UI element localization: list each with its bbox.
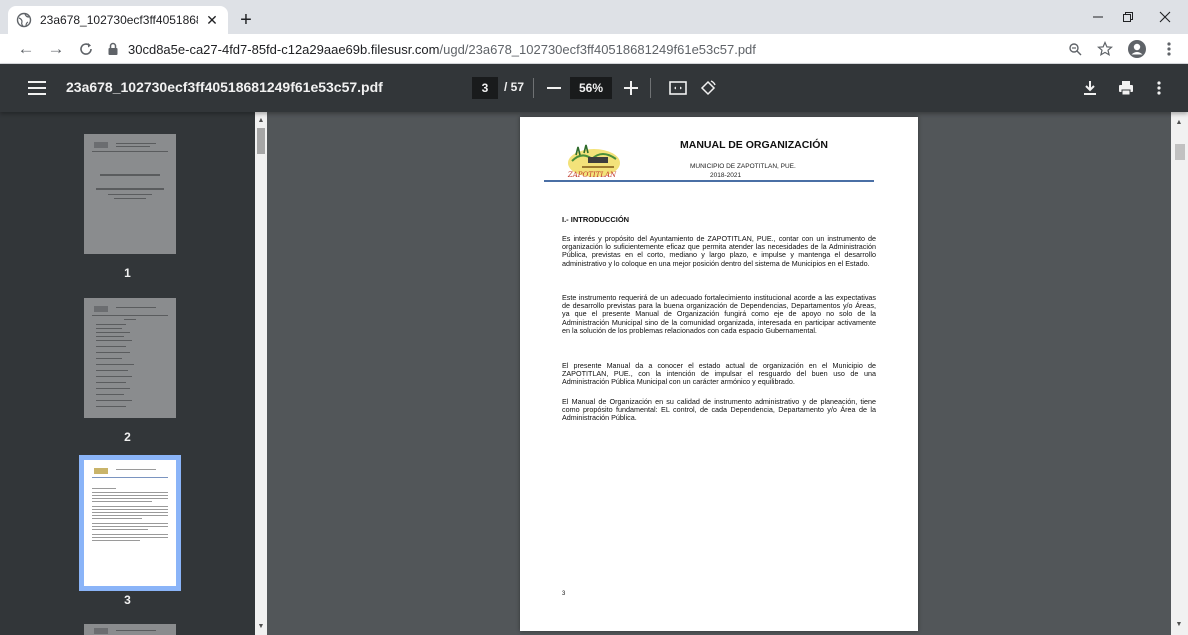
thumbnail-page-3[interactable] [79,455,181,591]
zoom-in-button[interactable] [622,76,640,100]
lock-icon [108,42,118,55]
url-path: /ugd/23a678_102730ecf3ff40518681249f61e5… [439,41,756,57]
sidebar-scrollbar[interactable]: ▲ ▼ [255,112,267,635]
browser-tab[interactable]: 23a678_102730ecf3ff405186812  ✕ [8,6,228,34]
municipality-logo: ZAPOTITLAN [567,144,620,179]
document-header-title: MANUAL DE ORGANIZACIÓN [680,139,828,151]
scroll-up-arrow-icon[interactable]: ▲ [255,114,267,126]
thumbnail-page-2[interactable] [84,298,176,418]
browser-toolbar: ← → 30cd8a5e-ca27-4fd7-85fd-c12a29aae69b… [0,34,1188,64]
pdf-toolbar: 23a678_102730ecf3ff40518681249f61e53c57.… [0,64,1188,112]
page-footer-number: 3 [562,591,566,597]
thumbnail-page-1[interactable] [84,134,176,254]
logo-text: ZAPOTITLAN [567,171,617,179]
print-icon[interactable] [1115,77,1137,99]
thumbnail-page-4[interactable] [84,624,176,635]
zoom-level-input[interactable]: 56% [570,77,612,99]
paragraph-1: Es interés y propósito del Ayuntamiento … [562,234,876,268]
main-scroll-thumb[interactable] [1175,144,1185,160]
paragraph-4: El Manual de Organización en su calidad … [562,397,876,423]
back-arrow-icon[interactable]: ← [14,37,38,61]
paragraph-3: El presente Manual da a conocer el estad… [562,361,876,387]
zoom-out-button[interactable] [545,76,563,100]
main-scrollbar[interactable]: ▲ ▼ [1171,112,1188,635]
scroll-down-arrow-icon[interactable]: ▼ [255,620,267,632]
page-total: / 57 [504,80,525,94]
pdf-viewport[interactable]: ZAPOTITLAN MANUAL DE ORGANIZACIÓN MUNICI… [267,112,1171,635]
globe-icon [16,12,32,28]
scroll-up-arrow-icon[interactable]: ▲ [1173,116,1185,128]
zoom-magnifier-icon[interactable] [1063,37,1087,61]
thumbnail-label-3: 3 [124,593,131,607]
thumbnail-label-1: 1 [124,266,131,280]
browser-menu-icon[interactable] [1157,37,1181,61]
header-divider [544,180,874,182]
reload-icon[interactable] [74,37,98,61]
tab-strip: 23a678_102730ecf3ff405186812  ✕ + [0,0,1188,34]
download-icon[interactable] [1079,77,1101,99]
pdf-page: ZAPOTITLAN MANUAL DE ORGANIZACIÓN MUNICI… [520,117,918,631]
more-actions-icon[interactable] [1148,77,1170,99]
toolbar-divider [533,78,534,98]
document-header-years: 2018-2021 [710,172,742,179]
paragraph-2: Este instrumento requerirá de un adecuad… [562,293,876,335]
close-window-icon[interactable] [1142,0,1188,34]
sidebar-scroll-thumb[interactable] [257,128,265,154]
section-heading: I.- INTRODUCCIÓN [562,215,630,224]
url-host: 30cd8a5e-ca27-4fd7-85fd-c12a29aae69b.fil… [128,41,440,57]
pdf-filename: 23a678_102730ecf3ff40518681249f61e53c57.… [66,79,383,95]
close-tab-icon[interactable]: ✕ [204,12,220,28]
fit-to-page-icon[interactable] [667,77,689,99]
scroll-down-arrow-icon[interactable]: ▼ [1173,618,1185,630]
rotate-icon[interactable] [697,77,719,99]
profile-avatar-icon[interactable] [1125,37,1149,61]
thumbnail-label-2: 2 [124,430,131,444]
forward-arrow-icon[interactable]: → [44,37,68,61]
new-tab-button[interactable]: + [234,8,258,32]
document-header-municipality: MUNICIPIO DE ZAPOTITLAN, PUE. [690,163,796,170]
tab-title: 23a678_102730ecf3ff405186812  [40,13,198,27]
toolbar-divider [650,78,651,98]
thumbnail-sidebar: 1 2 3 [0,112,255,635]
page-number-input[interactable]: 3 [472,77,498,99]
address-bar[interactable]: 30cd8a5e-ca27-4fd7-85fd-c12a29aae69b.fil… [106,37,1106,61]
bookmark-star-icon[interactable] [1093,37,1117,61]
hamburger-menu-icon[interactable] [28,78,46,98]
